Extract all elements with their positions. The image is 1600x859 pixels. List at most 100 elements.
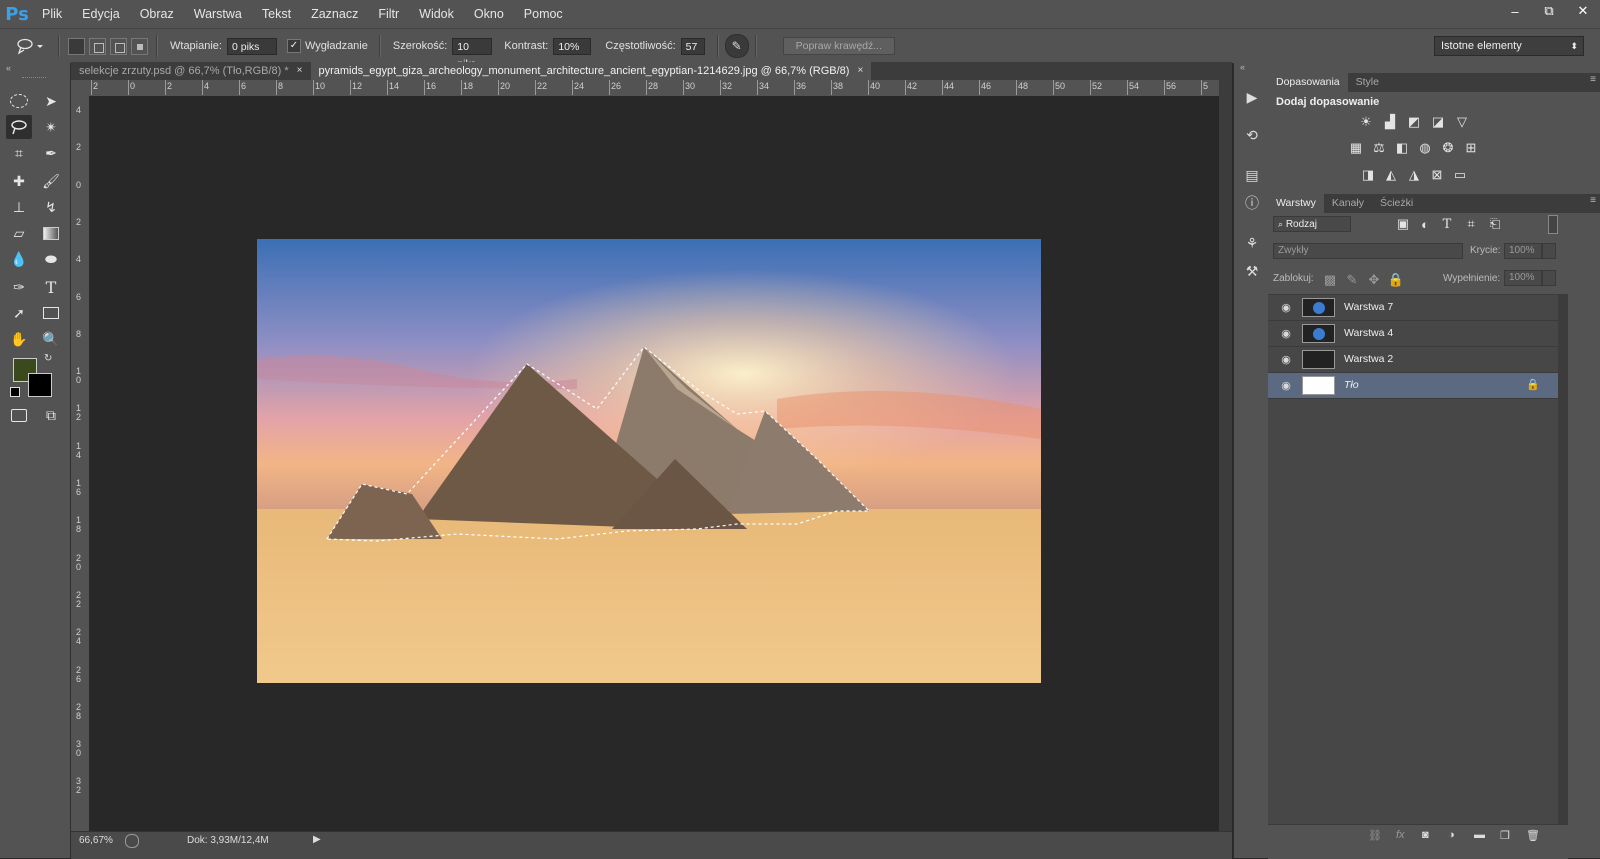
history-icon[interactable]: ⟲	[1242, 125, 1262, 145]
tab-styles[interactable]: Style	[1348, 73, 1387, 92]
frequency-input[interactable]: 57	[680, 37, 705, 55]
intersect-selection-button[interactable]	[131, 37, 148, 55]
vertical-scrollbar[interactable]	[1219, 80, 1232, 831]
ruler-origin[interactable]	[71, 80, 89, 96]
menu-plik[interactable]: Plik	[32, 7, 72, 21]
tab-pyramids[interactable]: pyramids_egypt_giza_archeology_monument_…	[310, 62, 872, 80]
lock-all-icon[interactable]: 🔒	[1387, 272, 1405, 288]
filter-smart-object-icon[interactable]: ⎗	[1486, 216, 1504, 232]
eye-icon[interactable]: ◉	[1279, 352, 1293, 366]
filter-pixel-icon[interactable]: ▣	[1394, 216, 1412, 232]
exposure-icon[interactable]: ◪	[1429, 114, 1447, 130]
swap-colors-icon[interactable]: ↻	[44, 353, 52, 364]
layers-scrollbar[interactable]	[1558, 294, 1568, 824]
gradient-map-icon[interactable]: ▭	[1451, 167, 1469, 183]
subtract-from-selection-button[interactable]	[110, 37, 127, 55]
tool-preset-picker[interactable]	[8, 33, 52, 59]
channel-mixer-icon[interactable]: ❂	[1439, 140, 1457, 156]
posterize-icon[interactable]: ◭	[1382, 167, 1400, 183]
tab-paths[interactable]: Ścieżki	[1372, 194, 1421, 213]
new-group-icon[interactable]: ▬	[1474, 829, 1485, 841]
move-tool[interactable]: ➤	[38, 89, 64, 113]
fill-dropdown[interactable]	[1542, 270, 1556, 286]
tab-adjustments[interactable]: Dopasowania	[1268, 73, 1348, 92]
close-icon[interactable]: ×	[857, 62, 863, 80]
refine-edge-button[interactable]: Popraw krawędź...	[782, 37, 895, 55]
close-button[interactable]: ✕	[1566, 0, 1600, 22]
feather-input[interactable]: 0 piks	[226, 37, 277, 55]
minimize-button[interactable]: –	[1498, 0, 1532, 22]
panel-collapse-icon[interactable]: «	[6, 63, 11, 73]
menu-pomoc[interactable]: Pomoc	[514, 7, 573, 21]
new-layer-icon[interactable]: ❐	[1500, 829, 1510, 842]
expand-dock-icon[interactable]: «	[1240, 62, 1245, 72]
workspace-select[interactable]: Istotne elementy ⬍	[1434, 36, 1584, 56]
menu-obraz[interactable]: Obraz	[130, 7, 184, 21]
new-adjustment-layer-icon[interactable]: ◑	[1448, 829, 1455, 841]
restore-button[interactable]: ⧉	[1532, 0, 1566, 22]
threshold-icon[interactable]: ◮	[1405, 167, 1423, 183]
hue-saturation-icon[interactable]: ▦	[1347, 140, 1365, 156]
filter-adjustment-icon[interactable]: ◐	[1416, 216, 1434, 232]
menu-zaznacz[interactable]: Zaznacz	[301, 7, 368, 21]
vertical-ruler[interactable]: 4 2 0 2 4 6 8 1 0 1 2 1 4 1 6 1 8 2 0 2 2 2 4 2 6 2 8 3 0…	[71, 96, 90, 831]
eye-icon[interactable]: ◉	[1279, 326, 1293, 340]
document-image[interactable]	[257, 239, 1041, 683]
actions-icon[interactable]: ▶	[1242, 87, 1262, 107]
menu-tekst[interactable]: Tekst	[252, 7, 301, 21]
filter-shape-icon[interactable]: ⌗	[1462, 216, 1480, 232]
antialias-checkbox[interactable]: ✓ Wygładzanie	[286, 39, 373, 53]
eye-icon[interactable]: ◉	[1279, 300, 1293, 314]
stylus-pressure-button[interactable]: ✎	[724, 34, 749, 58]
info-icon[interactable]: ⓘ	[1242, 193, 1262, 213]
default-colors-icon[interactable]	[10, 387, 20, 397]
path-selection-tool[interactable]: ➚	[6, 301, 32, 325]
selective-color-icon[interactable]: ⊠	[1428, 167, 1446, 183]
layer-row[interactable]: ◉ Warstwa 4	[1268, 321, 1558, 347]
add-mask-icon[interactable]: ◙	[1422, 829, 1429, 841]
lock-image-icon[interactable]: ✎	[1343, 272, 1361, 288]
lasso-tool[interactable]	[6, 115, 32, 139]
eyedropper-tool[interactable]: ✒	[38, 141, 64, 165]
tab-selekcje[interactable]: selekcje zrzuty.psd @ 66,7% (Tło,RGB/8) …	[71, 62, 311, 80]
color-balance-icon[interactable]: ⚖	[1370, 140, 1388, 156]
pen-tool[interactable]: ✑	[6, 275, 32, 299]
opacity-input[interactable]: 100%	[1504, 243, 1542, 259]
close-icon[interactable]: ×	[297, 62, 303, 80]
blend-mode-select[interactable]: Zwykły	[1273, 243, 1463, 259]
new-selection-button[interactable]	[68, 37, 85, 55]
panel-menu-icon[interactable]: ≡	[1590, 195, 1596, 206]
properties-icon[interactable]: ▤	[1242, 165, 1262, 185]
background-color-swatch[interactable]	[28, 373, 52, 397]
blur-tool[interactable]: 💧	[6, 247, 32, 271]
fill-input[interactable]: 100%	[1504, 270, 1542, 286]
eye-icon[interactable]: ◉	[1279, 378, 1293, 392]
zoom-level[interactable]: 66,67%	[79, 835, 113, 846]
zoom-tool[interactable]: 🔍	[38, 327, 64, 351]
brush-tool[interactable]: 🖌	[38, 169, 64, 193]
layer-filter-kind[interactable]: ⌕ Rodzaj	[1273, 216, 1351, 232]
filter-type-icon[interactable]: T	[1438, 216, 1456, 232]
magic-wand-tool[interactable]: ✴	[38, 115, 64, 139]
tool-presets-icon[interactable]: ⚒	[1242, 261, 1262, 281]
menu-okno[interactable]: Okno	[464, 7, 514, 21]
hand-tool[interactable]: ✋	[6, 327, 32, 351]
invert-icon[interactable]: ◨	[1359, 167, 1377, 183]
contrast-input[interactable]: 10%	[553, 37, 592, 55]
tab-channels[interactable]: Kanały	[1324, 194, 1372, 213]
quick-mask-button[interactable]	[6, 403, 32, 427]
eraser-tool[interactable]: ▱	[6, 221, 32, 245]
panel-menu-icon[interactable]: ≡	[1590, 74, 1596, 85]
brightness-icon[interactable]: ☀	[1357, 114, 1375, 130]
crop-tool[interactable]: ⌗	[6, 141, 32, 165]
dodge-tool[interactable]: ⬬	[38, 247, 64, 271]
photo-filter-icon[interactable]: ◍	[1416, 140, 1434, 156]
link-layers-icon[interactable]: ⛓	[1368, 829, 1382, 842]
menu-edycja[interactable]: Edycja	[72, 7, 130, 21]
marquee-tool[interactable]	[6, 89, 32, 113]
black-white-icon[interactable]: ◧	[1393, 140, 1411, 156]
status-menu-arrow-icon[interactable]: ▶	[313, 834, 321, 845]
add-to-selection-button[interactable]	[89, 37, 106, 55]
lock-position-icon[interactable]: ✥	[1365, 272, 1383, 288]
fx-icon[interactable]: fx	[1396, 829, 1405, 841]
